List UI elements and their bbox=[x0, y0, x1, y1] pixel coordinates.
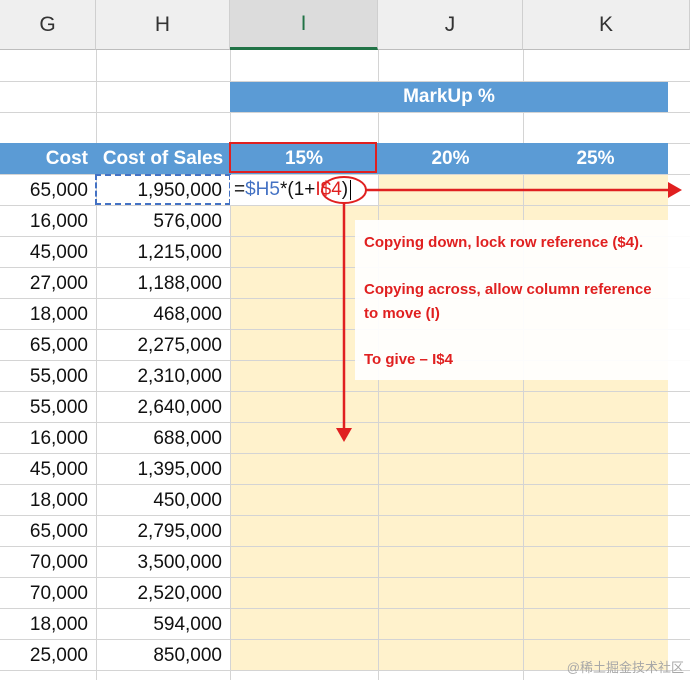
arrow-right-head bbox=[668, 182, 682, 198]
watermark: @稀土掘金技术社区 bbox=[566, 660, 684, 675]
circle-around-i4-ref bbox=[321, 176, 367, 204]
annotation-arrows bbox=[321, 176, 682, 442]
spreadsheet: G H I J K MarkUp % Cost Cost of Sales 15… bbox=[0, 0, 690, 680]
arrow-down-head bbox=[336, 428, 352, 442]
